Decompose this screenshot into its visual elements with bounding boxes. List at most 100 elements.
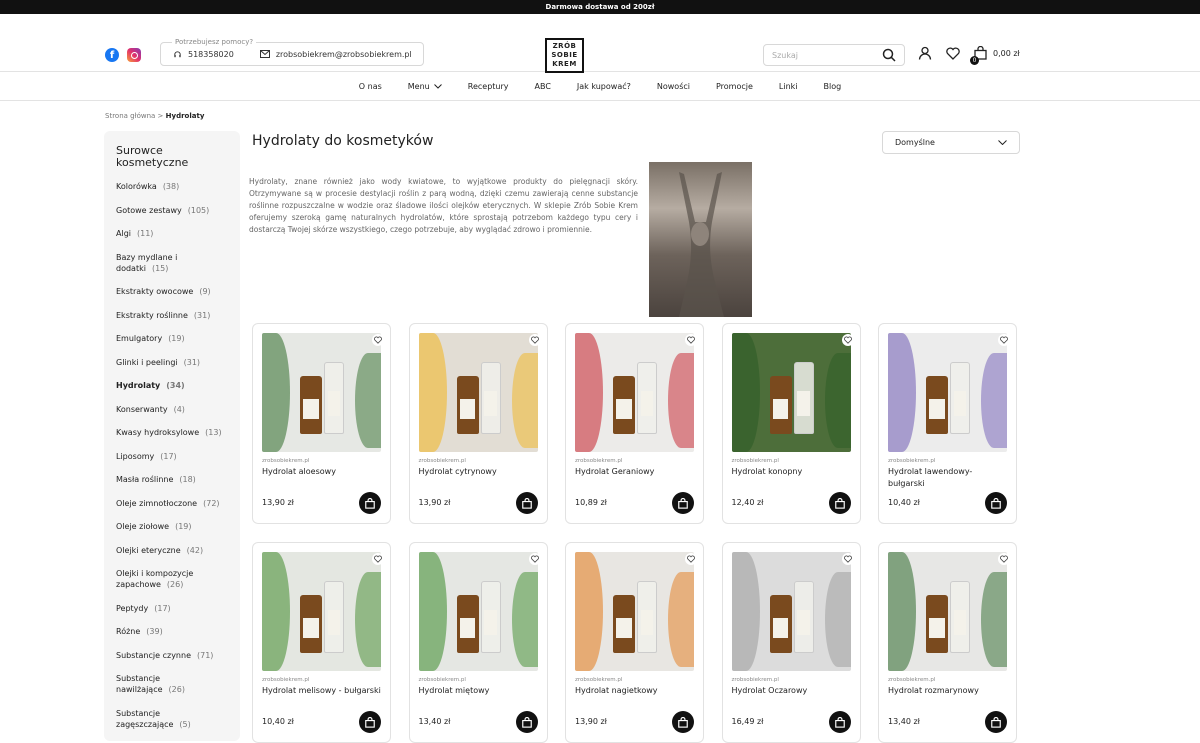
product-name[interactable]: Hydrolat miętowy [419,685,538,711]
product-card[interactable]: zrobsobiekrem.pl Hydrolat Oczarowy 16,49 z… [721,542,861,743]
facebook-icon[interactable]: f [105,48,119,62]
product-name[interactable]: Hydrolat Geraniowy [575,466,694,492]
product-image[interactable] [262,333,381,452]
breadcrumb: Strona główna > Hydrolaty [105,112,204,120]
add-to-cart-button[interactable] [985,492,1007,514]
wishlist-heart-icon[interactable] [528,334,541,346]
sidebar-item[interactable]: Olejki eteryczne (42) [116,545,228,556]
product-image[interactable] [731,552,851,671]
breadcrumb-home[interactable]: Strona główna [105,112,155,120]
product-card[interactable]: zrobsobiekrem.pl Hydrolat konopny 12,40 zł [721,323,861,524]
product-card[interactable]: zrobsobiekrem.pl Hydrolat nagietkowy 13,90… [565,542,704,743]
wishlist-heart-icon[interactable] [685,553,697,565]
wishlist-heart-icon[interactable] [372,553,384,565]
nav-how-to-buy[interactable]: Jak kupować? [564,82,644,91]
sidebar-item[interactable]: Substancje czynne (71) [116,650,228,661]
nav-menu[interactable]: Menu [395,82,455,91]
nav-recipes[interactable]: Receptury [455,82,522,91]
product-image[interactable] [418,333,538,452]
product-image[interactable] [575,552,694,671]
sidebar-item-count: (5) [179,719,191,729]
wishlist-heart-icon[interactable] [685,334,697,346]
product-card[interactable]: zrobsobiekrem.pl Hydrolat miętowy 13,40 zł [408,542,548,743]
sidebar-item[interactable]: Różne (39) [116,626,228,637]
product-card[interactable]: zrobsobiekrem.pl Hydrolat melisowy - bułg… [252,542,391,743]
add-to-cart-button[interactable] [515,711,538,733]
product-name[interactable]: Hydrolat Oczarowy [732,685,851,711]
search-icon[interactable] [882,48,896,62]
product-name[interactable]: Hydrolat lawendowy- bułgarski [888,466,1007,492]
sidebar-item[interactable]: Olejki i kompozycje zapachowe (26) [116,568,228,590]
add-to-cart-button[interactable] [828,492,851,514]
product-card[interactable]: zrobsobiekrem.pl Hydrolat lawendowy- bułg… [878,323,1017,524]
add-to-cart-button[interactable] [359,492,381,514]
product-image[interactable] [418,552,538,671]
sidebar-item[interactable]: Konserwanty (4) [116,404,228,415]
sidebar-item[interactable]: Glinki i peelingi (31) [116,357,228,368]
product-card[interactable]: zrobsobiekrem.pl Hydrolat aloesowy 13,90 z… [252,323,391,524]
wishlist-heart-icon[interactable] [372,334,384,346]
product-name[interactable]: Hydrolat nagietkowy [575,685,694,711]
wishlist-heart-icon[interactable] [841,553,854,565]
account-icon[interactable] [918,46,932,60]
sort-value: Domyślne [895,138,935,147]
sidebar-item[interactable]: Substancje zagęszczające (5) [116,708,228,730]
nav-links[interactable]: Linki [766,82,811,91]
sidebar-item[interactable]: Bazy mydlane i dodatki (15) [116,252,228,274]
phone-contact[interactable]: 518358020 [173,50,234,59]
sidebar-item[interactable]: Liposomy (17) [116,451,228,462]
nav-abc[interactable]: ABC [522,82,564,91]
product-card[interactable]: zrobsobiekrem.pl Hydrolat Geraniowy 10,89 … [565,323,704,524]
product-brand: zrobsobiekrem.pl [575,677,623,683]
sidebar-item[interactable]: Algi (11) [116,228,228,239]
sidebar-item[interactable]: Gotowe zestawy (105) [116,205,228,216]
product-card[interactable]: zrobsobiekrem.pl Hydrolat cytrynowy 13,90 … [408,323,548,524]
sort-select[interactable]: Domyślne [882,131,1020,154]
sidebar-item[interactable]: Peptydy (17) [116,603,228,614]
search-input[interactable] [772,50,882,60]
product-name[interactable]: Hydrolat cytrynowy [419,466,538,492]
sidebar-item[interactable]: Ekstrakty owocowe (9) [116,286,228,297]
product-name[interactable]: Hydrolat melisowy - bułgarski [262,685,381,711]
product-brand: zrobsobiekrem.pl [418,458,466,464]
wishlist-heart-icon[interactable] [946,46,960,60]
add-to-cart-button[interactable] [985,711,1007,733]
add-to-cart-button[interactable] [672,492,694,514]
product-image[interactable] [575,333,694,452]
sidebar-item[interactable]: Kolorówka (38) [116,181,228,192]
wishlist-heart-icon[interactable] [998,553,1010,565]
product-name[interactable]: Hydrolat rozmarynowy [888,685,1007,711]
nav-about[interactable]: O nas [346,82,395,91]
sidebar-item-label: Liposomy [116,451,155,461]
add-to-cart-button[interactable] [672,711,694,733]
sidebar-item[interactable]: Oleje ziołowe (19) [116,521,228,532]
nav-new[interactable]: Nowości [644,82,703,91]
wishlist-heart-icon[interactable] [841,334,854,346]
sidebar-item[interactable]: Hydrolaty (34) [116,380,228,391]
product-image[interactable] [888,333,1007,452]
sidebar-item[interactable]: Ekstrakty roślinne (31) [116,310,228,321]
add-to-cart-button[interactable] [359,711,381,733]
product-image[interactable] [262,552,381,671]
sidebar-item[interactable]: Kwasy hydroksylowe (13) [116,427,228,438]
add-to-cart-button[interactable] [828,711,851,733]
instagram-icon[interactable] [127,48,141,62]
sidebar-item[interactable]: Oleje zimnotłoczone (72) [116,498,228,509]
wishlist-heart-icon[interactable] [528,553,541,565]
product-image[interactable] [731,333,851,452]
product-image[interactable] [888,552,1007,671]
site-logo[interactable]: ZRÓB SOBIE KREM [545,38,584,73]
cart-button[interactable]: 0 0,00 zł [970,46,1020,65]
sidebar-item[interactable]: Masła roślinne (18) [116,474,228,485]
add-to-cart-button[interactable] [515,492,538,514]
email-contact[interactable]: zrobsobiekrem@zrobsobiekrem.pl [259,50,412,59]
nav-promotions[interactable]: Promocje [703,82,766,91]
sidebar-item[interactable]: Substancje nawilżające (26) [116,673,228,695]
nav-blog[interactable]: Blog [811,82,855,91]
sidebar-item-count: (18) [179,475,196,484]
product-name[interactable]: Hydrolat aloesowy [262,466,381,492]
wishlist-heart-icon[interactable] [998,334,1010,346]
sidebar-item[interactable]: Emulgatory (19) [116,333,228,344]
product-card[interactable]: zrobsobiekrem.pl Hydrolat rozmarynowy 13,4… [878,542,1017,743]
product-name[interactable]: Hydrolat konopny [732,466,851,492]
